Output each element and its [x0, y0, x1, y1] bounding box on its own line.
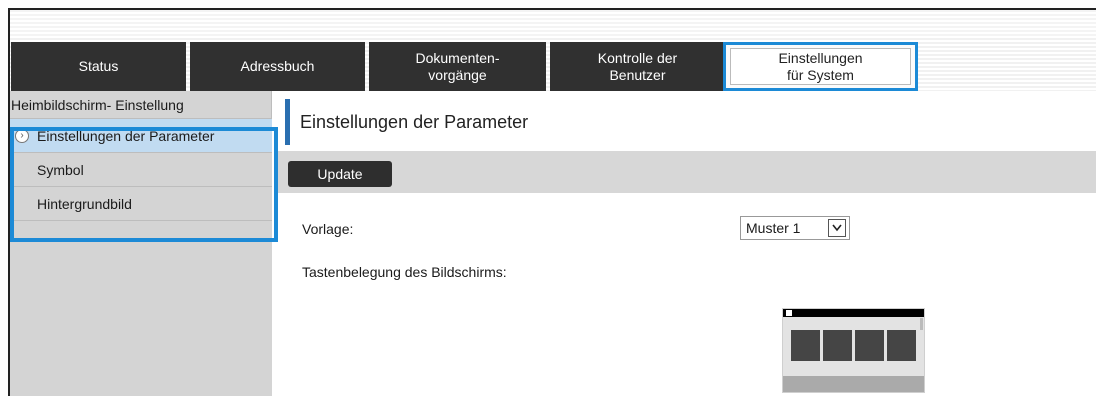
screen-layout-preview-image — [782, 308, 925, 393]
page-title: Einstellungen der Parameter — [285, 99, 1096, 145]
app-frame: Status Adressbuch Dokumenten- vorgänge K… — [8, 8, 1096, 396]
preview-scrollbar — [920, 318, 923, 330]
tab-active-inner: Einstellungen für System — [730, 48, 911, 85]
preview-top-bar — [783, 309, 924, 317]
preview-key-tile — [855, 330, 884, 361]
chevron-right-icon: › — [15, 129, 29, 143]
tab-adressbuch-label: Adressbuch — [240, 58, 315, 74]
tab-kontrolle-der-benutzer[interactable]: Kontrolle der Benutzer — [550, 42, 725, 91]
chevron-down-icon[interactable] — [828, 219, 846, 237]
sidebar-title: Heimbildschirm- Einstellung — [10, 91, 272, 119]
preview-footer — [783, 376, 924, 392]
top-band — [10, 10, 1096, 38]
preview-key-tile — [791, 330, 820, 361]
tastenbelegung-label: Tastenbelegung des Bildschirms: — [302, 264, 507, 280]
tab-bar: Status Adressbuch Dokumenten- vorgänge K… — [10, 38, 1096, 91]
sidebar: Heimbildschirm- Einstellung › Einstellun… — [10, 91, 272, 396]
page-title-text: Einstellungen der Parameter — [300, 111, 529, 132]
tab-kontrolle-label: Kontrolle der Benutzer — [597, 49, 678, 83]
preview-indicator — [786, 310, 792, 316]
vorlage-label: Vorlage: — [302, 221, 354, 237]
preview-key-tile — [823, 330, 852, 361]
sidebar-item-hintergrundbild[interactable]: Hintergrundbild — [10, 187, 272, 221]
preview-key-tile — [887, 330, 916, 361]
sidebar-item-label: Hintergrundbild — [37, 196, 132, 212]
sidebar-item-symbol[interactable]: Symbol — [10, 153, 272, 187]
sidebar-item-label: Einstellungen der Parameter — [37, 128, 215, 144]
sidebar-item-label: Symbol — [37, 162, 84, 178]
tab-status-label: Status — [78, 58, 119, 74]
main-panel: Einstellungen der Parameter Update Vorla… — [274, 91, 1096, 396]
tab-dokumentenvorgaenge[interactable]: Dokumenten- vorgänge — [369, 42, 546, 91]
sidebar-item-einstellungen-der-parameter[interactable]: › Einstellungen der Parameter — [10, 119, 272, 153]
vorlage-select[interactable]: Muster 1 — [740, 216, 850, 240]
tab-status[interactable]: Status — [11, 42, 186, 91]
tab-adressbuch[interactable]: Adressbuch — [190, 42, 365, 91]
tab-einstellungen-fuer-system[interactable]: Einstellungen für System — [723, 42, 918, 91]
tab-einstellungen-label: Einstellungen für System — [778, 49, 863, 83]
vorlage-select-value: Muster 1 — [746, 220, 801, 236]
toolbar: Update — [274, 151, 1096, 193]
tab-dokumentenvorgaenge-label: Dokumenten- vorgänge — [415, 49, 500, 83]
update-button[interactable]: Update — [288, 161, 392, 187]
